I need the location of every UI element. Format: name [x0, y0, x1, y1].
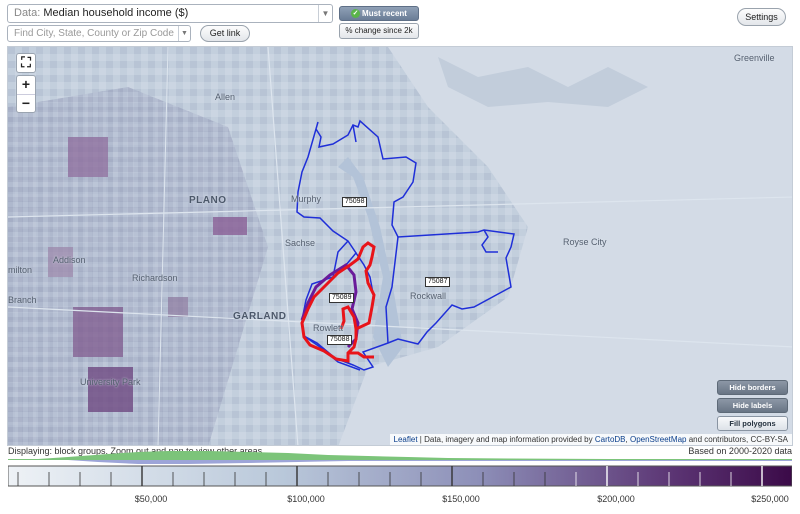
pct-change-button[interactable]: % change since 2k: [339, 23, 419, 39]
legend-label: $250,000: [751, 494, 789, 504]
legend-label: $50,000: [135, 494, 168, 504]
city-label-university-park: University Park: [80, 377, 141, 387]
top-toolbar: Data: Median household income ($) ▼ Find…: [0, 0, 800, 44]
high-income-area: [88, 367, 133, 412]
income-legend: $50,000 $100,000 $150,000 $200,000 $250,…: [8, 451, 792, 504]
city-label-allen: Allen: [215, 92, 236, 102]
attribution-text: | Data, imagery and map information prov…: [417, 435, 595, 444]
histogram-blue: [8, 460, 792, 464]
map-attribution: Leaflet | Data, imagery and map informat…: [389, 434, 792, 445]
chevron-down-icon[interactable]: ▼: [178, 26, 190, 41]
location-search-input[interactable]: Find City, State, County or Zip Code ▼: [7, 25, 191, 42]
check-icon: ✓: [351, 9, 361, 19]
zip-label: 75098: [342, 197, 368, 207]
city-label-richardson: Richardson: [132, 273, 178, 283]
search-placeholder: Find City, State, County or Zip Code: [14, 28, 174, 39]
legend-label: $150,000: [442, 494, 480, 504]
zoom-out-button[interactable]: −: [17, 94, 35, 112]
city-label-rowlett: Rowlett: [313, 323, 344, 333]
legend-label: $100,000: [287, 494, 325, 504]
chevron-down-icon[interactable]: ▼: [318, 5, 332, 22]
zoom-fit-control[interactable]: ⛶: [16, 53, 36, 73]
cartodb-link[interactable]: CartoDB: [595, 435, 626, 444]
leaflet-link[interactable]: Leaflet: [394, 435, 418, 444]
fill-polygons-button[interactable]: Fill polygons: [717, 416, 788, 431]
data-select-label: Data:: [14, 7, 41, 19]
get-link-button[interactable]: Get link: [200, 25, 250, 42]
data-select-value: Median household income ($): [43, 7, 189, 19]
legend-label: $200,000: [597, 494, 635, 504]
settings-button[interactable]: Settings: [737, 8, 786, 26]
city-label-murphy: Murphy: [291, 194, 322, 204]
high-income-area: [73, 307, 123, 357]
zip-label: 75088: [327, 335, 353, 345]
osm-link[interactable]: OpenStreetMap: [630, 435, 686, 444]
city-label-rockwall: Rockwall: [410, 291, 447, 301]
map-canvas[interactable]: PLANO GARLAND Murphy Sachse Addison Rich…: [7, 46, 793, 446]
high-income-area: [68, 137, 108, 177]
hide-borders-button[interactable]: Hide borders: [717, 380, 788, 395]
attribution-rest: and contributors, CC-BY-SA: [686, 435, 788, 444]
data-select[interactable]: Data: Median household income ($) ▼: [7, 4, 333, 23]
fit-bounds-icon[interactable]: ⛶: [17, 54, 35, 72]
city-label-addison: Addison: [53, 255, 86, 265]
zip-label: 75089: [329, 293, 355, 303]
city-label-plano: PLANO: [189, 195, 227, 206]
city-label-greenville: Greenville: [734, 53, 775, 63]
city-label-garland: GARLAND: [233, 311, 287, 322]
histogram-green: [8, 451, 792, 460]
legend-color-bar: [8, 465, 792, 487]
hide-labels-button[interactable]: Hide labels: [717, 398, 788, 413]
zip-label: 75087: [425, 277, 451, 287]
most-recent-value-button[interactable]: ✓Must recent value: [339, 6, 419, 31]
city-label-sachse: Sachse: [285, 238, 316, 248]
city-label-royse-city: Royse City: [563, 237, 607, 247]
zoom-control: + −: [16, 75, 36, 113]
city-label-carrollton: milton: [8, 265, 33, 275]
high-income-area: [168, 297, 188, 317]
high-income-area: [213, 217, 247, 235]
city-label-branch: Branch: [8, 295, 37, 305]
zoom-in-button[interactable]: +: [17, 76, 35, 94]
